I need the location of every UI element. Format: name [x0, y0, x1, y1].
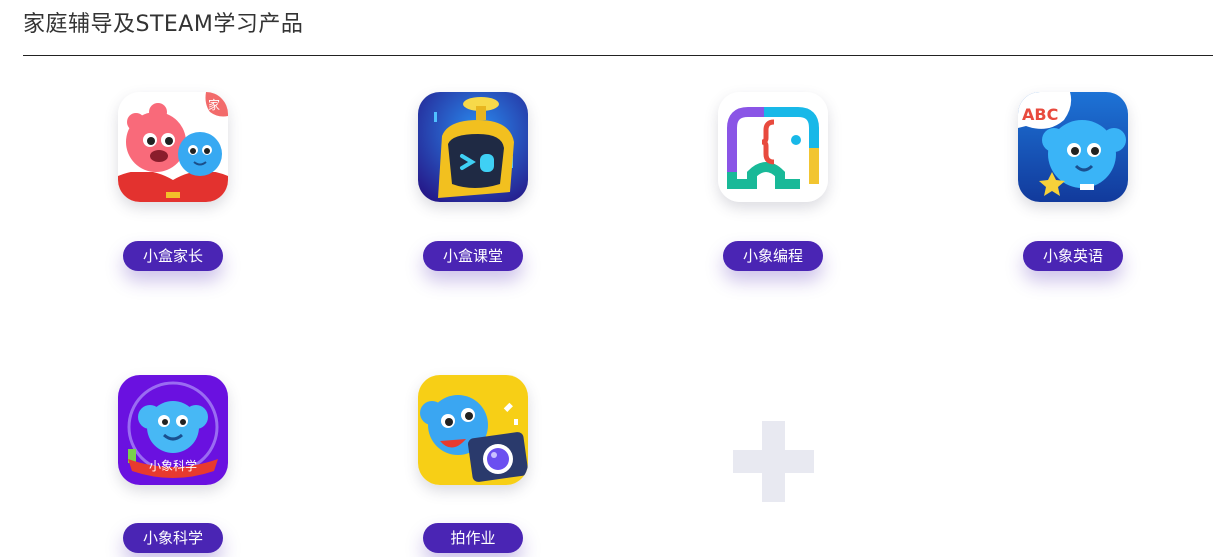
badge-text: 小象科学 — [149, 458, 197, 473]
product-label-pill[interactable]: 小盒课堂 — [423, 241, 523, 271]
xiaohe-parent-app-icon[interactable]: 家 — [118, 92, 228, 202]
plus-icon[interactable] — [733, 421, 814, 502]
badge-text: ABC — [1022, 105, 1058, 124]
xiaoxiang-coding-elephant-icon[interactable] — [718, 92, 828, 202]
xiaohe-classroom-robot-icon[interactable] — [418, 92, 528, 202]
product-label-pill[interactable]: 小象编程 — [723, 241, 823, 271]
photo-homework-camera-icon[interactable] — [418, 375, 528, 485]
section-title: 家庭辅导及STEAM学习产品 — [23, 12, 304, 37]
product-label-pill[interactable]: 小盒家长 — [123, 241, 223, 271]
section-divider — [23, 55, 1213, 56]
xiaoxiang-science-icon[interactable]: 小象科学 — [118, 375, 228, 485]
product-label-pill[interactable]: 拍作业 — [423, 523, 523, 553]
product-label-pill[interactable]: 小象英语 — [1023, 241, 1123, 271]
xiaoxiang-english-abc-icon[interactable]: ABC — [1018, 92, 1128, 202]
product-label-pill[interactable]: 小象科学 — [123, 523, 223, 553]
badge-text: 家 — [208, 97, 220, 112]
